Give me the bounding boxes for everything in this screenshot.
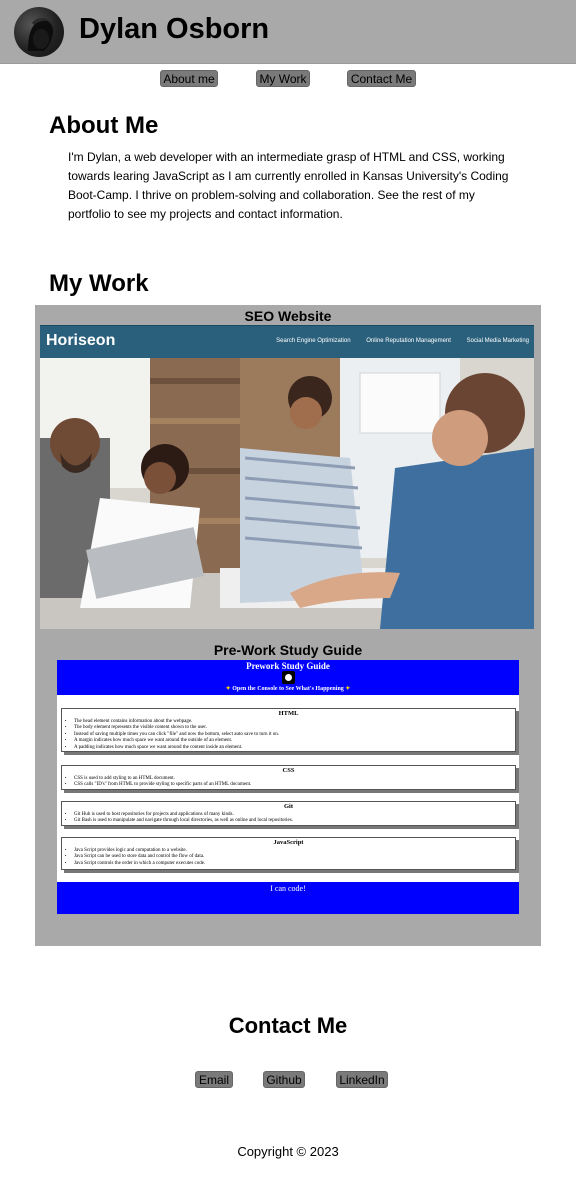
card-list: CSS is used to add styling to an HTML do… (62, 776, 515, 789)
horiseon-header: Horiseon Search Engine Optimization Onli… (40, 325, 534, 359)
work-heading: My Work (49, 270, 149, 297)
study-card-html: HTML The head element contains informati… (61, 708, 516, 752)
main-nav: About me My Work Contact Me (0, 70, 576, 90)
team-meeting-photo (40, 358, 534, 629)
github-button[interactable]: Github (263, 1071, 305, 1088)
contact-heading: Contact Me (228, 1013, 348, 1038)
nav-about-button[interactable]: About me (160, 70, 218, 87)
horiseon-nav: Search Engine Optimization Online Reputa… (262, 338, 529, 344)
linkedin-button[interactable]: LinkedIn (336, 1071, 388, 1088)
card-heading: HTML (278, 710, 299, 717)
email-button[interactable]: Email (195, 1071, 233, 1088)
card-list: Java Script provides logic and computati… (62, 848, 515, 867)
card-list: Git Hub is used to host repositories for… (62, 812, 515, 825)
list-item: Java Script controls the order in which … (74, 861, 515, 867)
card-heading: JavaScript (273, 839, 304, 846)
project-title-seo: SEO Website (244, 308, 332, 324)
study-guide-title: Prework Study Guide (246, 661, 330, 671)
copyright-footer: Copyright © 2023 (237, 1144, 339, 1159)
study-card-css: CSS CSS is used to add styling to an HTM… (61, 765, 516, 790)
list-item: CSS calls "ID's" from HTML to provide st… (74, 782, 515, 788)
horiseon-link: Search Engine Optimization (276, 338, 351, 344)
about-text: I'm Dylan, a web developer with an inter… (68, 150, 509, 221)
list-item: A padding indicates how much space we wa… (74, 745, 515, 751)
console-note: ✦ Open the Console to See What's Happeni… (225, 686, 351, 692)
study-guide-screenshot[interactable]: Prework Study Guide ✦ Open the Console t… (57, 660, 519, 914)
github-icon (282, 671, 295, 684)
card-heading: Git (283, 803, 294, 810)
list-item: Git Bash is used to manipulate and navig… (74, 818, 515, 824)
site-header: Dylan Osborn (0, 0, 576, 64)
avatar (14, 7, 64, 57)
project-title-study-guide: Pre-Work Study Guide (213, 642, 363, 658)
seo-website-screenshot[interactable]: Horiseon Search Engine Optimization Onli… (40, 325, 534, 629)
nav-work-button[interactable]: My Work (256, 70, 310, 87)
sparkle-icon: ✦ (345, 686, 351, 692)
card-heading: CSS (282, 767, 295, 774)
card-list: The head element contains information ab… (62, 719, 515, 751)
nav-contact-button[interactable]: Contact Me (347, 70, 416, 87)
study-card-git: Git Git Hub is used to host repositories… (61, 801, 516, 826)
work-gallery: SEO Website Horiseon Search Engine Optim… (35, 305, 541, 946)
horiseon-logo: Horiseon (46, 332, 116, 349)
about-heading: About Me (49, 112, 159, 139)
study-guide-header: Prework Study Guide ✦ Open the Console t… (57, 660, 519, 695)
site-title: Dylan Osborn (79, 13, 270, 45)
horiseon-link: Social Media Marketing (466, 338, 529, 344)
study-guide-footer: I can code! (57, 882, 519, 914)
sparkle-icon: ✦ (225, 686, 231, 692)
study-card-javascript: JavaScript Java Script provides logic an… (61, 837, 516, 870)
horiseon-link: Online Reputation Management (366, 338, 451, 344)
